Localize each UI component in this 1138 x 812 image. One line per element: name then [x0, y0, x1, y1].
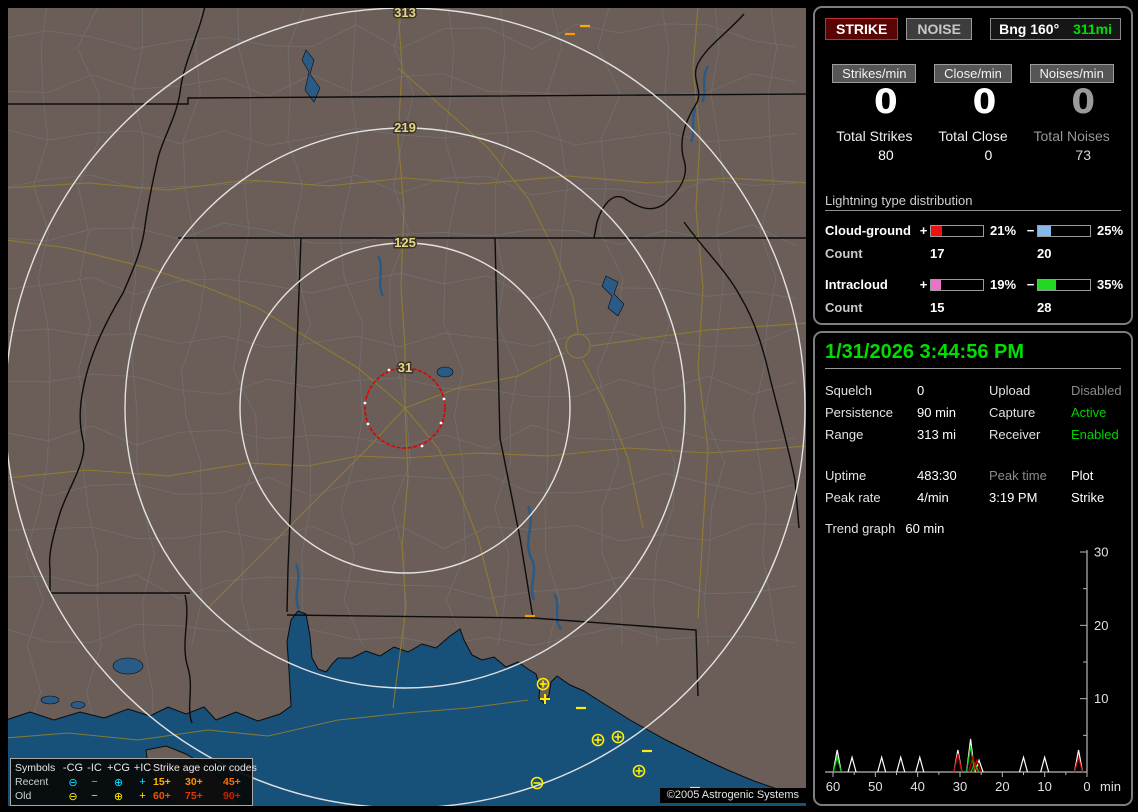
ic-positive-bar: [930, 278, 984, 291]
svg-text:min: min: [1100, 779, 1121, 794]
age-header: Strike age color codes: [153, 762, 257, 774]
receiver-status: Enabled: [1071, 427, 1119, 442]
svg-text:219: 219: [394, 120, 416, 135]
range-label: Range: [825, 427, 864, 442]
svg-text:125: 125: [394, 235, 416, 250]
lightning-map[interactable]: 31 125 219 313 Symbols -CG -IC +CG +IC S…: [8, 8, 806, 806]
strike-button[interactable]: STRIKE: [825, 18, 899, 40]
uptime-value: 483:30: [917, 468, 957, 483]
minus-icon: −: [1026, 223, 1035, 239]
total-strikes-value: 80: [878, 147, 894, 164]
bearing-distance: 311mi: [1073, 21, 1112, 37]
receiver-label: Receiver: [989, 427, 1041, 442]
svg-text:30: 30: [1094, 545, 1108, 560]
trend-graph-label: Trend graph: [825, 521, 896, 536]
range-value: 313 mi: [917, 427, 957, 442]
settings-grid: Squelch 0 Upload Disabled Persistence 90…: [825, 383, 1122, 442]
noises-per-min-header: Noises/min: [1029, 64, 1114, 83]
close-per-min-header: Close/min: [934, 64, 1012, 83]
total-close-value: 0: [984, 147, 993, 164]
minus-icon: −: [1026, 277, 1035, 293]
total-close-label: Total Close: [938, 128, 1008, 145]
peak-time-value: 3:19 PM: [989, 490, 1038, 505]
legend-row-recent: Recent ⊖ − ⊕ + 15+ 30+ 45+: [15, 776, 241, 789]
svg-text:0: 0: [1083, 779, 1090, 794]
status-panel: 1/31/2026 3:44:56 PM Squelch 0 Upload Di…: [813, 331, 1133, 806]
svg-text:60: 60: [826, 779, 840, 794]
cloud-ground-count-row: Count 17 20: [825, 246, 1052, 262]
strikes-per-min-header: Strikes/min: [832, 64, 917, 83]
svg-text:20: 20: [995, 779, 1009, 794]
persistence-value: 90 min: [917, 405, 957, 420]
noises-per-min-value: 0: [1071, 82, 1095, 122]
svg-text:50: 50: [868, 779, 882, 794]
map-canvas: 31 125 219 313: [8, 8, 806, 806]
persistence-label: Persistence: [825, 405, 893, 420]
peak-time-label: Peak time: [989, 468, 1047, 483]
circle-plus-icon: ⊕: [113, 776, 124, 789]
plus-icon: +: [139, 776, 146, 788]
squelch-value: 0: [917, 383, 925, 398]
strike-counters-panel: STRIKE NOISE Bng 160° 311mi Strikes/min …: [813, 6, 1133, 325]
plot-type: Strike: [1071, 490, 1105, 505]
total-strikes-label: Total Strikes: [836, 128, 913, 145]
peak-rate-label: Peak rate: [825, 490, 881, 505]
legend-header: Symbols: [15, 762, 56, 774]
minus-icon: −: [91, 790, 98, 802]
distribution-title: Lightning type distribution: [825, 193, 1121, 212]
svg-text:20: 20: [1094, 618, 1108, 633]
circle-plus-icon: ⊕: [113, 790, 124, 803]
svg-text:313: 313: [394, 8, 416, 20]
bearing-readout: Bng 160° 311mi: [990, 18, 1121, 40]
strikes-per-min-value: 0: [873, 82, 898, 122]
datetime-display: 1/31/2026 3:44:56 PM: [825, 341, 1121, 369]
svg-text:40: 40: [910, 779, 924, 794]
noise-button[interactable]: NOISE: [906, 18, 972, 40]
plus-icon: +: [919, 277, 928, 293]
svg-text:10: 10: [1094, 691, 1108, 706]
peak-rate-value: 4/min: [917, 490, 949, 505]
cloud-ground-row: Cloud-ground + 21% − 25%: [825, 223, 1124, 239]
close-per-min-value: 0: [972, 82, 997, 122]
bearing-label: Bng 160°: [999, 21, 1060, 37]
capture-status: Active: [1071, 405, 1107, 420]
svg-text:30: 30: [953, 779, 967, 794]
copyright-label: ©2005 Astrogenic Systems: [659, 788, 806, 803]
capture-label: Capture: [989, 405, 1036, 420]
plot-mode: Plot: [1071, 468, 1094, 483]
plus-icon: +: [919, 223, 928, 239]
uptime-label: Uptime: [825, 468, 867, 483]
intracloud-count-row: Count 15 28: [825, 300, 1052, 316]
svg-text:10: 10: [1037, 779, 1051, 794]
minus-icon: −: [91, 776, 98, 788]
trend-graph: 10 20 30 60 50 40 30 20 10 0 min: [825, 545, 1121, 794]
trend-window-value: 60 min: [905, 521, 945, 536]
circle-minus-icon: ⊖: [68, 790, 78, 803]
cg-positive-bar: [930, 224, 984, 237]
svg-text:31: 31: [398, 360, 412, 375]
cg-negative-bar: [1037, 224, 1091, 237]
intracloud-row: Intracloud + 19% − 35%: [825, 277, 1124, 293]
plus-icon: +: [139, 790, 146, 802]
circle-minus-icon: ⊖: [68, 776, 78, 789]
squelch-label: Squelch: [825, 383, 872, 398]
upload-label: Upload: [989, 383, 1031, 398]
legend-row-old: Old ⊖ − ⊕ + 60+ 75+ 90+: [15, 790, 241, 803]
upload-status: Disabled: [1071, 383, 1122, 398]
map-legend: Symbols -CG -IC +CG +IC Strike age color…: [10, 758, 257, 806]
ic-negative-bar: [1037, 278, 1091, 291]
stats-grid: Uptime 483:30 Peak time Plot Peak rate 4…: [825, 468, 1121, 505]
total-noises-value: 73: [1075, 147, 1091, 164]
total-noises-label: Total Noises: [1033, 128, 1110, 145]
